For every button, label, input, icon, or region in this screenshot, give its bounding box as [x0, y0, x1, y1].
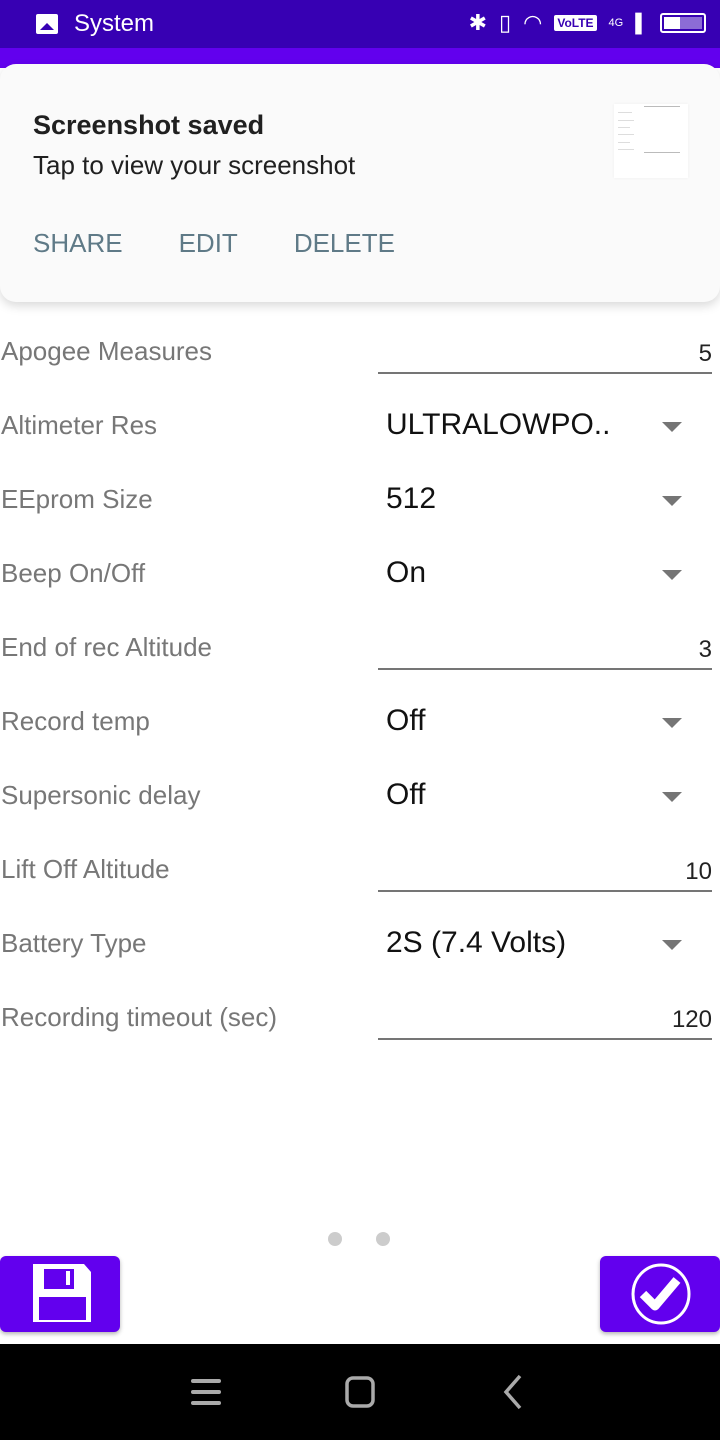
- vibrate-icon: ▯: [499, 10, 512, 35]
- field-value: 512: [386, 482, 437, 515]
- field-value: 5: [698, 340, 712, 367]
- field-value: ULTRALOWPO..: [386, 408, 611, 441]
- page-dot[interactable]: [376, 1232, 390, 1246]
- field-value: On: [386, 556, 427, 589]
- notification-actions: SHARE EDIT DELETE: [33, 228, 395, 259]
- status-bar: System ✱ ▯ ◠ VoLTE 4G ▌: [0, 0, 720, 48]
- notification-subtitle: Tap to view your screenshot: [33, 150, 356, 180]
- form-row-lift-off-altitude: Lift Off Altitude 10: [0, 834, 720, 908]
- supersonic-delay-select[interactable]: Off: [386, 776, 706, 820]
- battery-type-select[interactable]: 2S (7.4 Volts): [386, 924, 706, 968]
- system-nav-bar: [0, 1344, 720, 1440]
- save-button[interactable]: [0, 1256, 120, 1332]
- field-value: 120: [671, 1006, 712, 1033]
- screenshot-thumbnail[interactable]: [614, 104, 688, 178]
- share-button[interactable]: SHARE: [33, 228, 123, 259]
- page-indicator: [328, 1232, 390, 1246]
- lift-off-altitude-input[interactable]: 10: [378, 852, 712, 892]
- record-temp-select[interactable]: Off: [386, 702, 706, 746]
- eeprom-size-select[interactable]: 512: [386, 480, 706, 524]
- check-circle-icon: [631, 1263, 691, 1325]
- recents-menu-icon[interactable]: [186, 1372, 226, 1412]
- field-value: Off: [386, 778, 426, 811]
- edit-button[interactable]: EDIT: [179, 228, 238, 259]
- floppy-disk-icon: [33, 1264, 91, 1322]
- page-dot[interactable]: [328, 1232, 342, 1246]
- signal-icon: ▌: [635, 12, 648, 33]
- dropdown-arrow-icon: [662, 792, 682, 802]
- dropdown-arrow-icon: [662, 718, 682, 728]
- field-value: 10: [685, 858, 712, 885]
- field-label: Altimeter Res: [1, 410, 158, 440]
- field-value: Off: [386, 704, 426, 737]
- apogee-measures-input[interactable]: 5: [378, 334, 712, 374]
- back-icon[interactable]: [494, 1372, 534, 1412]
- field-label: EEprom Size: [1, 484, 153, 514]
- field-label: Lift Off Altitude: [1, 854, 170, 884]
- form-row-supersonic-delay: Supersonic delay Off: [0, 760, 720, 834]
- form-row-battery-type: Battery Type 2S (7.4 Volts): [0, 908, 720, 982]
- field-label: Battery Type: [1, 928, 147, 958]
- status-icons: ✱ ▯ ◠ VoLTE 4G ▌: [469, 10, 706, 36]
- field-value: 3: [698, 636, 712, 663]
- field-label: End of rec Altitude: [1, 632, 213, 662]
- form-row-apogee-measures: Apogee Measures 5: [0, 316, 720, 390]
- form-row-recording-timeout: Recording timeout (sec) 120: [0, 982, 720, 1056]
- form-row-record-temp: Record temp Off: [0, 686, 720, 760]
- field-value: 2S (7.4 Volts): [386, 926, 567, 959]
- field-label: Apogee Measures: [1, 336, 213, 366]
- home-icon[interactable]: [340, 1372, 380, 1412]
- bluetooth-icon: ✱: [468, 10, 488, 35]
- dropdown-arrow-icon: [662, 570, 682, 580]
- dropdown-arrow-icon: [662, 940, 682, 950]
- status-app-name: System: [74, 10, 155, 37]
- wifi-icon: ◠: [523, 10, 543, 35]
- field-label: Record temp: [1, 706, 150, 736]
- recording-timeout-input[interactable]: 120: [378, 1000, 712, 1040]
- volte-icon: VoLTE: [554, 15, 597, 31]
- form-row-eeprom-size: EEprom Size 512: [0, 464, 720, 538]
- network-type-label: 4G: [608, 17, 624, 29]
- field-label: Recording timeout (sec): [1, 1002, 277, 1032]
- beep-select[interactable]: On: [386, 554, 706, 598]
- form-row-altimeter-res: Altimeter Res ULTRALOWPO..: [0, 390, 720, 464]
- dropdown-arrow-icon: [662, 496, 682, 506]
- form-row-beep: Beep On/Off On: [0, 538, 720, 612]
- field-label: Beep On/Off: [1, 558, 146, 588]
- image-icon: [36, 14, 58, 34]
- delete-button[interactable]: DELETE: [294, 228, 395, 259]
- battery-icon: [660, 13, 706, 33]
- altimeter-res-select[interactable]: ULTRALOWPO..: [386, 406, 706, 450]
- field-label: Supersonic delay: [1, 780, 201, 810]
- confirm-button[interactable]: [600, 1256, 720, 1332]
- screenshot-notification[interactable]: Screenshot saved Tap to view your screen…: [0, 64, 720, 302]
- form-row-end-of-rec-altitude: End of rec Altitude 3: [0, 612, 720, 686]
- notification-title: Screenshot saved: [33, 110, 265, 140]
- settings-form: Apogee Measures 5 Altimeter Res ULTRALOW…: [0, 316, 720, 1056]
- dropdown-arrow-icon: [662, 422, 682, 432]
- end-of-rec-altitude-input[interactable]: 3: [378, 630, 712, 670]
